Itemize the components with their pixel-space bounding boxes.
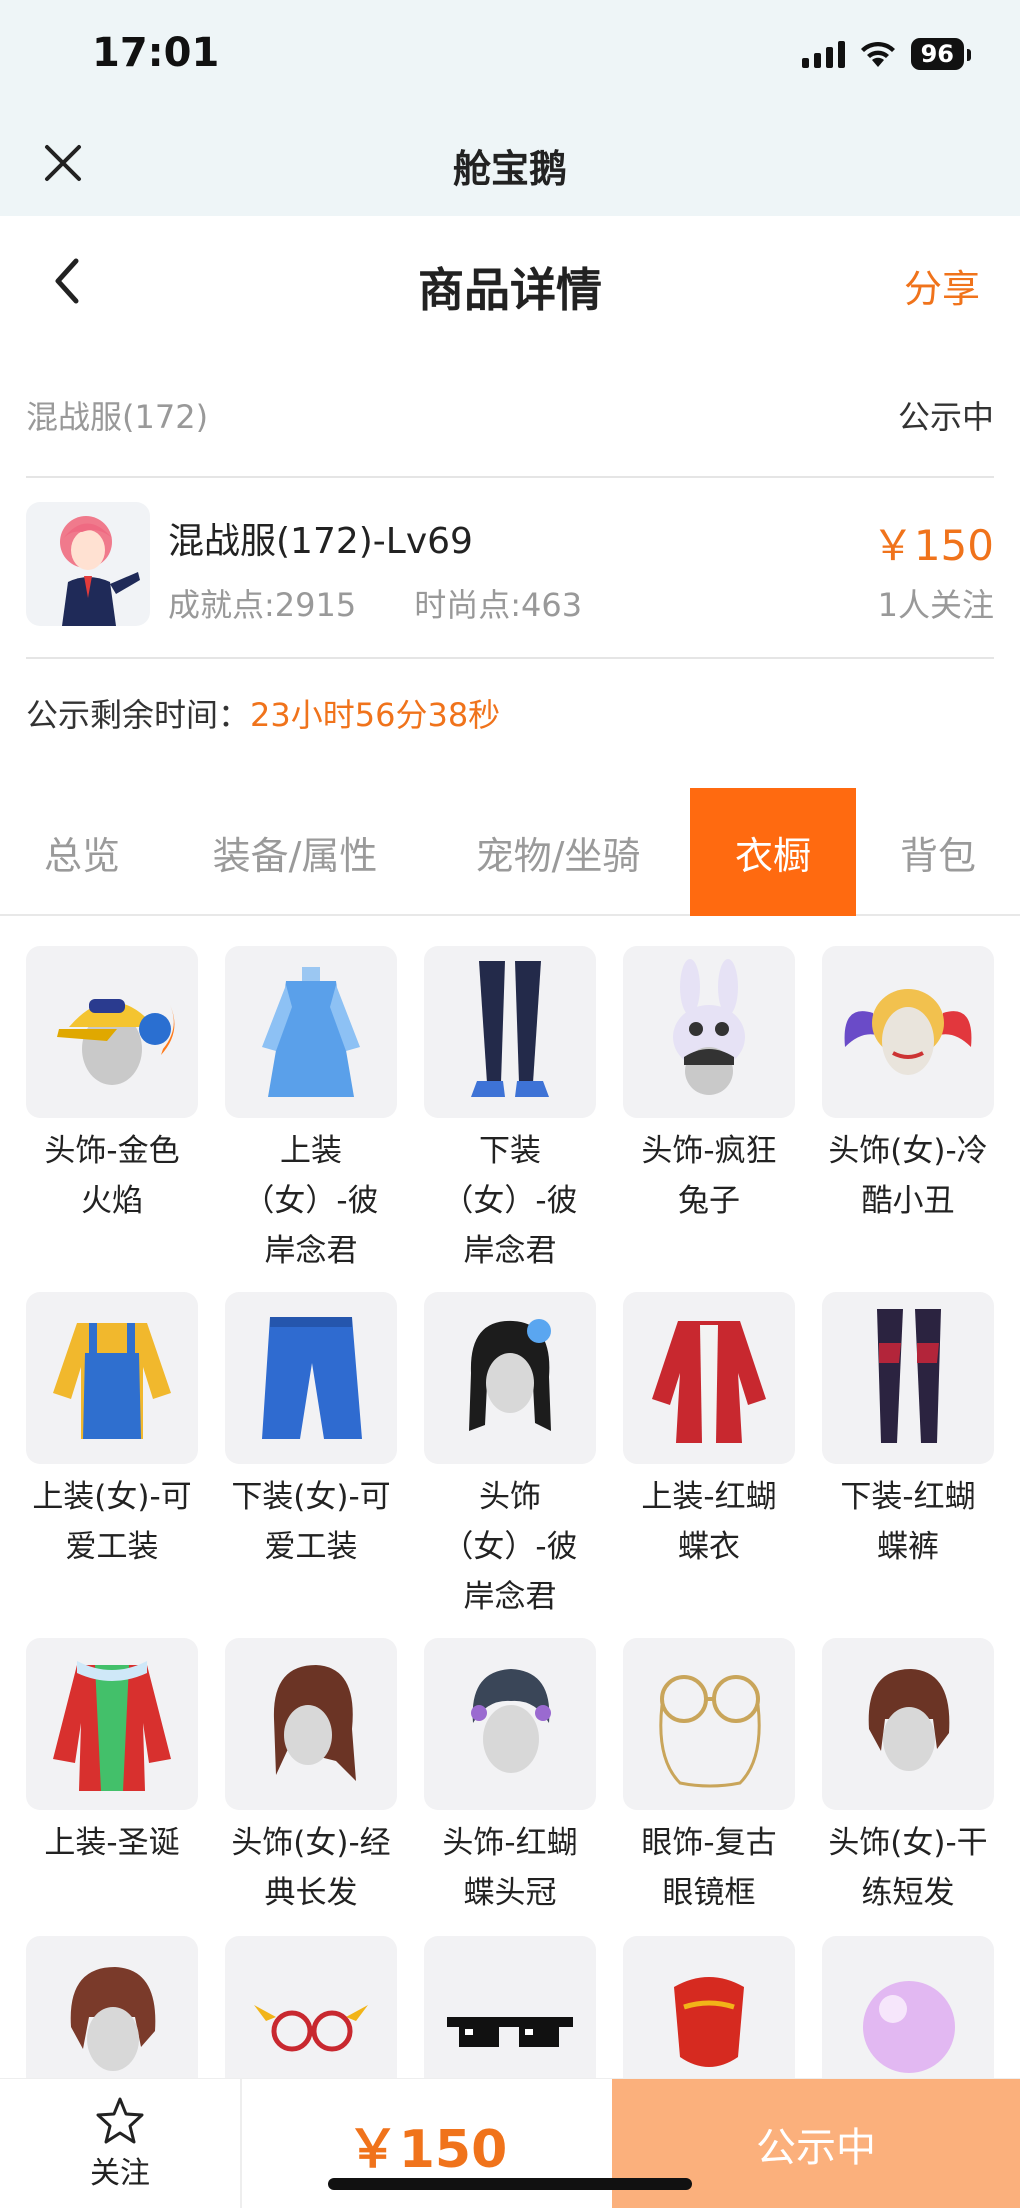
- wardrobe-item[interactable]: 下装（女）-彼岸念君: [424, 946, 596, 1276]
- item-label: 头饰(女)-冷酷小丑: [828, 1133, 988, 1219]
- red-coat-icon: [623, 1292, 795, 1464]
- black-hair-icon: [424, 1292, 596, 1464]
- wardrobe-item[interactable]: 上装-圣诞: [26, 1638, 198, 1868]
- miniapp-title: 舱宝鹅: [452, 147, 567, 191]
- item-label: 下装(女)-可爱工装: [231, 1479, 391, 1565]
- short-hair-icon: [822, 1638, 994, 1810]
- achievement-points: 成就点:2915: [168, 586, 357, 624]
- long-hair-icon: [225, 1638, 397, 1810]
- wardrobe-item[interactable]: 头饰（女）-彼岸念君: [424, 1292, 596, 1622]
- server-row: 混战服(172) 公示中: [26, 385, 994, 445]
- item-label: 头饰(女)-经典长发: [231, 1825, 391, 1911]
- item-label: 头饰-红蝴蝶头冠: [442, 1825, 578, 1911]
- product-summary[interactable]: 混战服(172)-Lv69 成就点:2915 时尚点:463 ￥150 1人关注: [26, 502, 994, 632]
- tab-bar: 总览 装备/属性 宠物/坐骑 衣橱 背包: [0, 788, 1020, 916]
- item-label: 眼饰-复古眼镜框: [641, 1825, 777, 1911]
- character-avatar: [26, 502, 150, 626]
- wardrobe-item[interactable]: 下装-红蝴蝶裤: [822, 1292, 994, 1572]
- battery-indicator: 96: [910, 38, 972, 70]
- item-label: 上装-红蝴蝶衣: [641, 1479, 777, 1565]
- follow-label: 关注: [90, 2156, 150, 2191]
- overalls-icon: [26, 1292, 198, 1464]
- product-price: ￥150: [871, 521, 994, 570]
- divider: [26, 476, 994, 478]
- crown-icon: [424, 1638, 596, 1810]
- xmas-coat-icon: [26, 1638, 198, 1810]
- red-pants-icon: [822, 1292, 994, 1464]
- public-status: 公示中: [897, 398, 994, 436]
- star-icon: [96, 2097, 144, 2144]
- fashion-points: 时尚点:463: [414, 586, 583, 624]
- product-name: 混战服(172)-Lv69: [168, 521, 473, 562]
- countdown-value: 23小时56分38秒: [250, 696, 501, 734]
- server-name: 混战服(172): [26, 398, 209, 436]
- signal-icon: [801, 40, 845, 68]
- home-indicator: [328, 2178, 692, 2190]
- item-label: 头饰（女）-彼岸念君: [442, 1479, 578, 1615]
- wardrobe-item[interactable]: 上装(女)-可爱工装: [26, 1292, 198, 1572]
- follower-count: 1人关注: [877, 586, 994, 624]
- item-label: 头饰-疯狂兔子: [641, 1133, 777, 1219]
- wardrobe-item[interactable]: 头饰-金色火焰: [26, 946, 198, 1226]
- wifi-icon: [860, 41, 895, 67]
- countdown-row: 公示剩余时间：23小时56分38秒: [26, 690, 500, 736]
- item-label: 上装(女)-可爱工装: [32, 1479, 192, 1565]
- wardrobe-item[interactable]: 上装（女）-彼岸念君: [225, 946, 397, 1276]
- status-time: 17:01: [92, 30, 220, 76]
- wardrobe-item[interactable]: 头饰-红蝴蝶头冠: [424, 1638, 596, 1918]
- tab-backpack[interactable]: 背包: [856, 788, 1020, 916]
- pigtails-icon: [822, 946, 994, 1118]
- tab-overview[interactable]: 总览: [0, 788, 164, 916]
- divider: [26, 657, 994, 659]
- bunny-hat-icon: [623, 946, 795, 1118]
- item-label: 上装-圣诞: [44, 1825, 180, 1861]
- follow-button[interactable]: 关注: [0, 2079, 242, 2208]
- wardrobe-item[interactable]: 眼饰-复古眼镜框: [623, 1638, 795, 1918]
- tab-equipment[interactable]: 装备/属性: [164, 788, 426, 916]
- countdown-label: 公示剩余时间：: [26, 696, 251, 734]
- tab-pets[interactable]: 宠物/坐骑: [426, 788, 690, 916]
- status-icons: 96: [801, 38, 972, 70]
- jeans-icon: [225, 1292, 397, 1464]
- tab-wardrobe[interactable]: 衣橱: [690, 788, 856, 916]
- item-label: 头饰(女)-干练短发: [828, 1825, 988, 1911]
- share-button[interactable]: 分享: [904, 258, 980, 313]
- product-points: 成就点:2915 时尚点:463: [168, 580, 582, 626]
- wardrobe-item[interactable]: 头饰(女)-干练短发: [822, 1638, 994, 1918]
- wardrobe-item[interactable]: 头饰-疯狂兔子: [623, 946, 795, 1226]
- dark-legs-icon: [424, 946, 596, 1118]
- wardrobe-item[interactable]: 下装(女)-可爱工装: [225, 1292, 397, 1572]
- blue-dress-icon: [225, 946, 397, 1118]
- round-glasses-icon: [623, 1638, 795, 1810]
- item-label: 头饰-金色火焰: [44, 1133, 180, 1219]
- top-header: 17:01 96 舱宝鹅: [0, 0, 1020, 216]
- item-label: 上装（女）-彼岸念君: [243, 1133, 379, 1269]
- yellow-cap-icon: [26, 946, 198, 1118]
- page-title: 商品详情: [418, 263, 602, 317]
- wardrobe-item[interactable]: 头饰(女)-冷酷小丑: [822, 946, 994, 1226]
- wardrobe-item[interactable]: 上装-红蝴蝶衣: [623, 1292, 795, 1572]
- wardrobe-item[interactable]: 头饰(女)-经典长发: [225, 1638, 397, 1918]
- item-label: 下装-红蝴蝶裤: [840, 1479, 976, 1565]
- nav-bar: 商品详情 分享: [0, 216, 1020, 346]
- item-label: 下装（女）-彼岸念君: [442, 1133, 578, 1269]
